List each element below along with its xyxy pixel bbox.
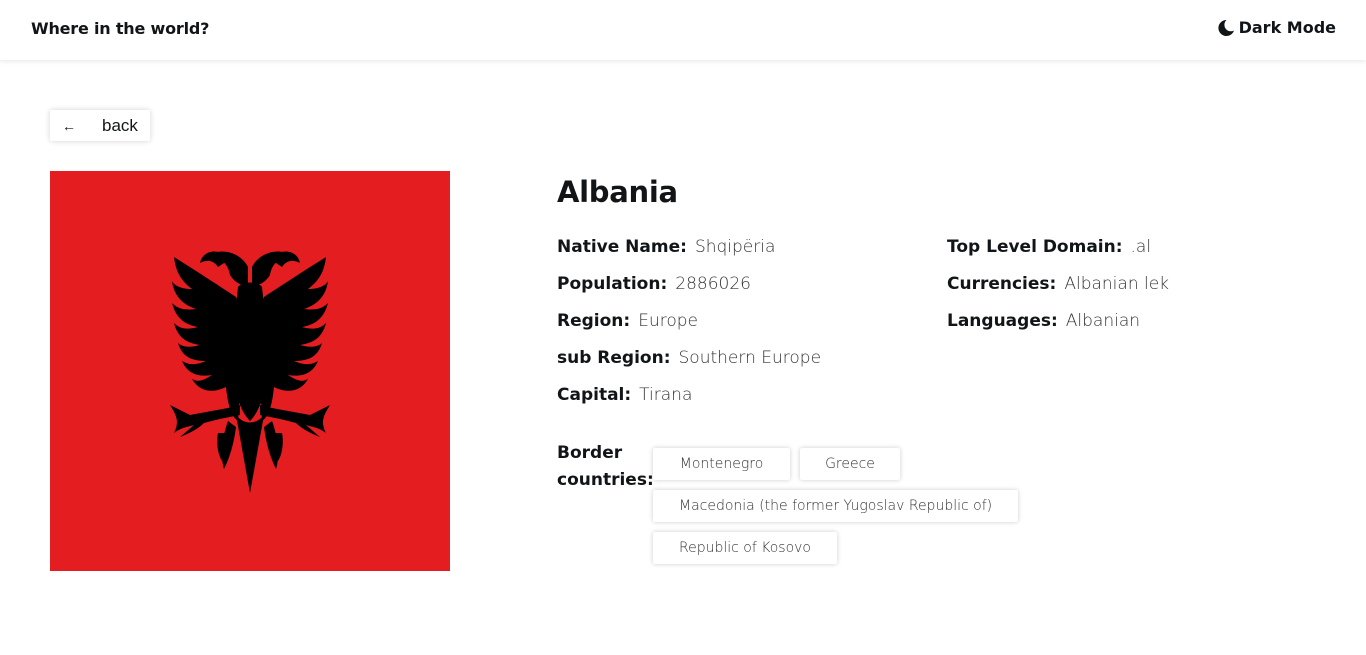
sub-region-row: sub Region: Southern Europe bbox=[557, 345, 821, 382]
native-name-value: Shqipëria bbox=[694, 237, 776, 257]
moon-icon bbox=[1217, 19, 1235, 37]
app-title: Where in the world? bbox=[31, 19, 210, 38]
region-row: Region: Europe bbox=[557, 308, 821, 345]
native-name-row: Native Name: Shqipëria bbox=[557, 234, 821, 271]
app-header: Where in the world? Dark Mode bbox=[0, 0, 1366, 60]
double-headed-eagle-icon bbox=[170, 251, 330, 493]
border-country-chip[interactable]: Montenegro bbox=[653, 448, 790, 480]
population-label: Population: bbox=[557, 274, 668, 294]
border-country-chip[interactable]: Greece bbox=[800, 448, 900, 480]
country-flag bbox=[50, 171, 450, 571]
country-info-primary: Native Name: Shqipëria Population: 2886026… bbox=[557, 234, 821, 419]
top-level-domain-row: Top Level Domain: .al bbox=[947, 234, 1169, 271]
country-info-secondary: Top Level Domain: .al Currencies: Albanian… bbox=[947, 234, 1169, 345]
sub-region-label: sub Region: bbox=[557, 348, 671, 368]
capital-value: Tirana bbox=[639, 385, 693, 405]
capital-row: Capital: Tirana bbox=[557, 382, 821, 419]
dark-mode-label: Dark Mode bbox=[1238, 18, 1336, 37]
currencies-value: Albanian lek bbox=[1064, 274, 1170, 294]
languages-value: Albanian bbox=[1065, 311, 1141, 331]
region-value: Europe bbox=[638, 311, 698, 331]
back-button[interactable]: ← back bbox=[50, 110, 150, 141]
top-level-domain-label: Top Level Domain: bbox=[947, 237, 1123, 257]
population-value: 2886026 bbox=[675, 274, 751, 294]
currencies-row: Currencies: Albanian lek bbox=[947, 271, 1169, 308]
population-row: Population: 2886026 bbox=[557, 271, 821, 308]
currencies-label: Currencies: bbox=[947, 274, 1057, 294]
border-countries-label: Border countries: bbox=[557, 443, 654, 490]
capital-label: Capital: bbox=[557, 385, 632, 405]
sub-region-value: Southern Europe bbox=[678, 348, 822, 368]
region-label: Region: bbox=[557, 311, 631, 331]
country-name: Albania bbox=[557, 175, 678, 209]
arrow-left-icon: ← bbox=[62, 117, 76, 134]
border-countries-list: Montenegro Greece Macedonia (the former … bbox=[653, 448, 1033, 564]
languages-row: Languages: Albanian bbox=[947, 308, 1169, 345]
border-country-chip[interactable]: Republic of Kosovo bbox=[653, 532, 837, 564]
border-country-chip[interactable]: Macedonia (the former Yugoslav Republic … bbox=[653, 490, 1019, 522]
back-label: back bbox=[102, 115, 138, 135]
dark-mode-toggle[interactable]: Dark Mode bbox=[1217, 18, 1336, 37]
languages-label: Languages: bbox=[947, 311, 1058, 331]
native-name-label: Native Name: bbox=[557, 237, 687, 257]
top-level-domain-value: .al bbox=[1130, 237, 1152, 257]
